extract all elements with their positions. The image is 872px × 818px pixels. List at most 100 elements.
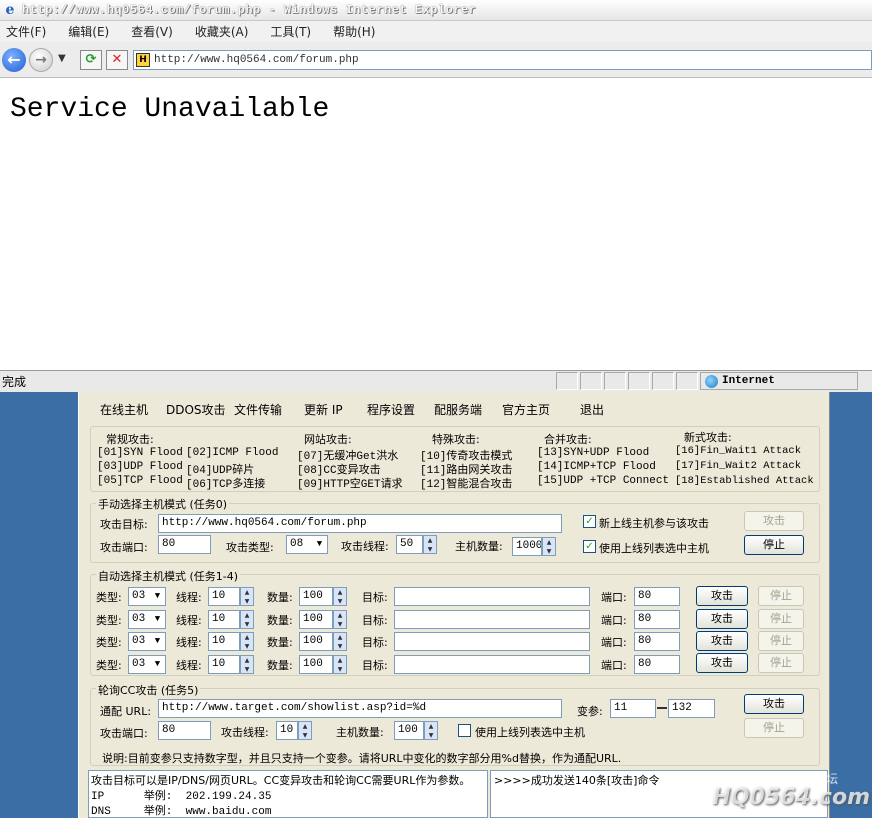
target-label: 攻击目标: — [100, 518, 148, 531]
tab-settings[interactable]: 程序设置 — [367, 401, 415, 418]
address-bar[interactable]: H http://www.hq0564.com/forum.php — [133, 50, 872, 70]
row-target-input[interactable] — [394, 632, 590, 651]
row-target-input[interactable] — [394, 587, 590, 606]
row-type-label: 类型: — [96, 591, 122, 604]
threads-label: 攻击线程: — [341, 540, 389, 553]
row-port-input[interactable]: 80 — [634, 655, 680, 674]
forward-arrow-icon[interactable]: → — [29, 48, 53, 72]
row-type-select[interactable]: 03 ▼ — [128, 587, 166, 606]
threads-input[interactable]: 50 — [396, 535, 423, 554]
tab-file-transfer[interactable]: 文件传输 — [234, 401, 282, 418]
threads-spinner[interactable]: ▲ ▼ — [423, 535, 437, 554]
row-stop-button[interactable]: 停止 — [758, 631, 804, 651]
row-threads-spinner[interactable]: ▲ ▼ — [240, 610, 254, 629]
row-port-input[interactable]: 80 — [634, 587, 680, 606]
var-to-input[interactable]: 132 — [668, 699, 715, 718]
row-threads-input[interactable]: 10 — [208, 632, 240, 651]
row-target-label: 目标: — [362, 636, 388, 649]
row-port-input[interactable]: 80 — [634, 610, 680, 629]
type-select[interactable]: 08 ▼ — [286, 535, 328, 554]
tab-exit[interactable]: 退出 — [580, 401, 604, 418]
row-count-spinner[interactable]: ▲ ▼ — [333, 587, 347, 606]
output-line: >>>>成功发送140条[攻击]命令 — [494, 774, 660, 787]
back-arrow-icon[interactable]: ← — [2, 48, 26, 72]
row-type-select[interactable]: 03 ▼ — [128, 610, 166, 629]
attack-type: [09]HTTP空GET请求 — [297, 479, 403, 491]
tab-update-ip[interactable]: 更新 IP — [304, 401, 343, 418]
menu-file[interactable]: 文件(F) — [6, 23, 46, 40]
row-count-input[interactable]: 100 — [299, 655, 333, 674]
manual-stop-button[interactable]: 停止 — [744, 535, 804, 555]
row-threads-spinner[interactable]: ▲ ▼ — [240, 632, 254, 651]
menu-tools[interactable]: 工具(T) — [270, 23, 311, 40]
new-hosts-checkbox[interactable]: ✓ — [583, 515, 596, 528]
poll-stop-button[interactable]: 停止 — [744, 718, 804, 738]
row-port-label: 端口: — [601, 636, 627, 649]
row-count-spinner[interactable]: ▲ ▼ — [333, 632, 347, 651]
use-list-checkbox[interactable]: ✓ — [583, 540, 596, 553]
help-line: IP 举例: 202.199.24.35 — [91, 791, 272, 803]
hosts-input[interactable]: 1000 — [512, 537, 542, 556]
row-port-input[interactable]: 80 — [634, 632, 680, 651]
menu-help[interactable]: 帮助(H) — [333, 23, 375, 40]
row-attack-button[interactable]: 攻击 — [696, 653, 748, 673]
row-count-input[interactable]: 100 — [299, 587, 333, 606]
row-stop-button[interactable]: 停止 — [758, 653, 804, 673]
status-cell — [556, 372, 578, 390]
row-type-label: 类型: — [96, 659, 122, 672]
manual-attack-button[interactable]: 攻击 — [744, 511, 804, 531]
status-text: 完成 — [2, 375, 27, 389]
row-type-select[interactable]: 03 ▼ — [128, 655, 166, 674]
row-attack-button[interactable]: 攻击 — [696, 586, 748, 606]
poll-threads-input[interactable]: 10 — [276, 721, 298, 740]
row-port-label: 端口: — [601, 614, 627, 627]
attack-type: [06]TCP多连接 — [186, 479, 266, 491]
tab-configure-server[interactable]: 配服务端 — [434, 401, 482, 418]
new-hosts-label: 新上线主机参与该攻击 — [599, 517, 709, 530]
row-count-spinner[interactable]: ▲ ▼ — [333, 610, 347, 629]
help-line: DNS 举例: www.baidu.com — [91, 806, 272, 818]
target-input[interactable]: http://www.hq0564.com/forum.php — [158, 514, 562, 533]
row-attack-button[interactable]: 攻击 — [696, 631, 748, 651]
menu-favorites[interactable]: 收藏夹(A) — [195, 23, 249, 40]
poll-hosts-input[interactable]: 100 — [394, 721, 424, 740]
tab-online-hosts[interactable]: 在线主机 — [100, 401, 148, 418]
stop-icon[interactable]: ✕ — [106, 50, 128, 70]
chevron-down-icon: ▼ — [312, 536, 327, 553]
row-stop-button[interactable]: 停止 — [758, 586, 804, 606]
row-threads-input[interactable]: 10 — [208, 587, 240, 606]
poll-threads-spinner[interactable]: ▲ ▼ — [298, 721, 312, 740]
attack-type: [15]UDP +TCP Connect — [537, 475, 670, 487]
row-stop-button[interactable]: 停止 — [758, 609, 804, 629]
row-target-input[interactable] — [394, 610, 590, 629]
menu-view[interactable]: 查看(V) — [131, 23, 173, 40]
poll-attack-button[interactable]: 攻击 — [744, 694, 804, 714]
poll-use-list-checkbox[interactable] — [458, 724, 471, 737]
row-threads-input[interactable]: 10 — [208, 610, 240, 629]
tab-homepage[interactable]: 官方主页 — [502, 401, 550, 418]
security-zone[interactable]: Internet — [700, 372, 858, 390]
tab-ddos-attack[interactable]: DDOS攻击 — [166, 401, 226, 418]
port-input[interactable]: 80 — [158, 535, 211, 554]
poll-threads-label: 攻击线程: — [221, 726, 269, 739]
row-threads-spinner[interactable]: ▲ ▼ — [240, 655, 254, 674]
row-count-input[interactable]: 100 — [299, 610, 333, 629]
refresh-icon[interactable]: ⟳ — [80, 50, 102, 70]
row-count-input[interactable]: 100 — [299, 632, 333, 651]
row-count-spinner[interactable]: ▲ ▼ — [333, 655, 347, 674]
poll-port-input[interactable]: 80 — [158, 721, 211, 740]
menu-edit[interactable]: 编辑(E) — [68, 23, 109, 40]
poll-hosts-spinner[interactable]: ▲ ▼ — [424, 721, 438, 740]
poll-use-list-label: 使用上线列表选中主机 — [475, 726, 585, 739]
url-input[interactable]: http://www.target.com/showlist.asp?id=%d — [158, 699, 562, 718]
var-from-input[interactable]: 11 — [610, 699, 656, 718]
attack-type: [18]Established Attack — [675, 475, 814, 487]
row-threads-spinner[interactable]: ▲ ▼ — [240, 587, 254, 606]
row-target-input[interactable] — [394, 655, 590, 674]
history-dropdown-icon[interactable]: ▼ — [58, 52, 70, 66]
hosts-spinner[interactable]: ▲ ▼ — [542, 537, 556, 556]
chevron-down-icon: ▼ — [150, 588, 165, 605]
row-type-select[interactable]: 03 ▼ — [128, 632, 166, 651]
row-threads-input[interactable]: 10 — [208, 655, 240, 674]
row-attack-button[interactable]: 攻击 — [696, 609, 748, 629]
